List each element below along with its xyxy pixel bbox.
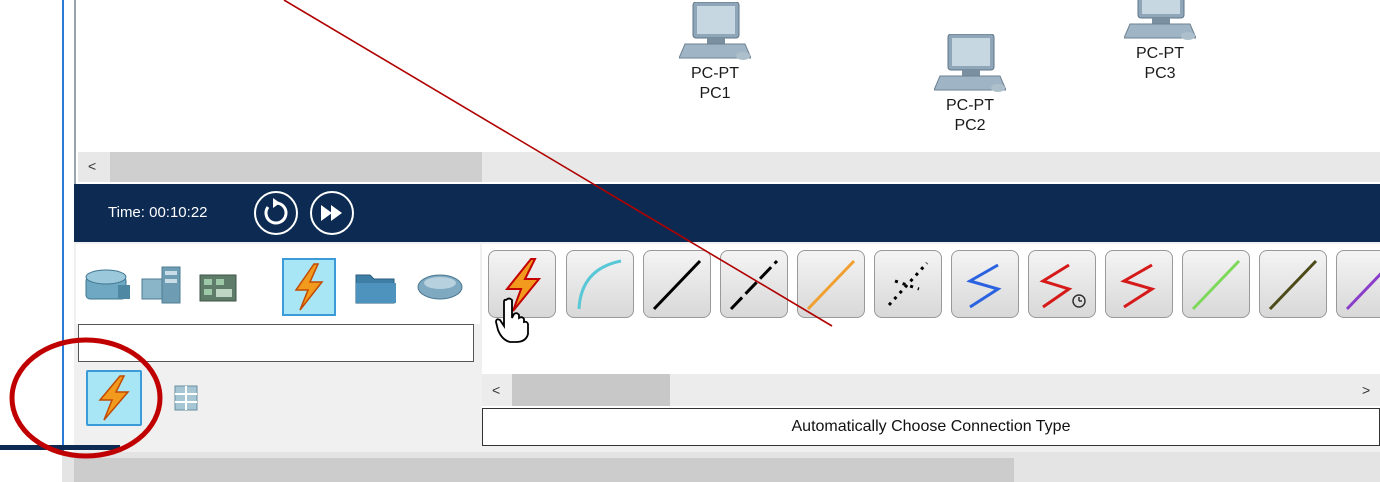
highlight-circle	[9, 337, 163, 459]
annotation-overlay	[9, 0, 833, 459]
annotation-line	[283, 0, 833, 327]
